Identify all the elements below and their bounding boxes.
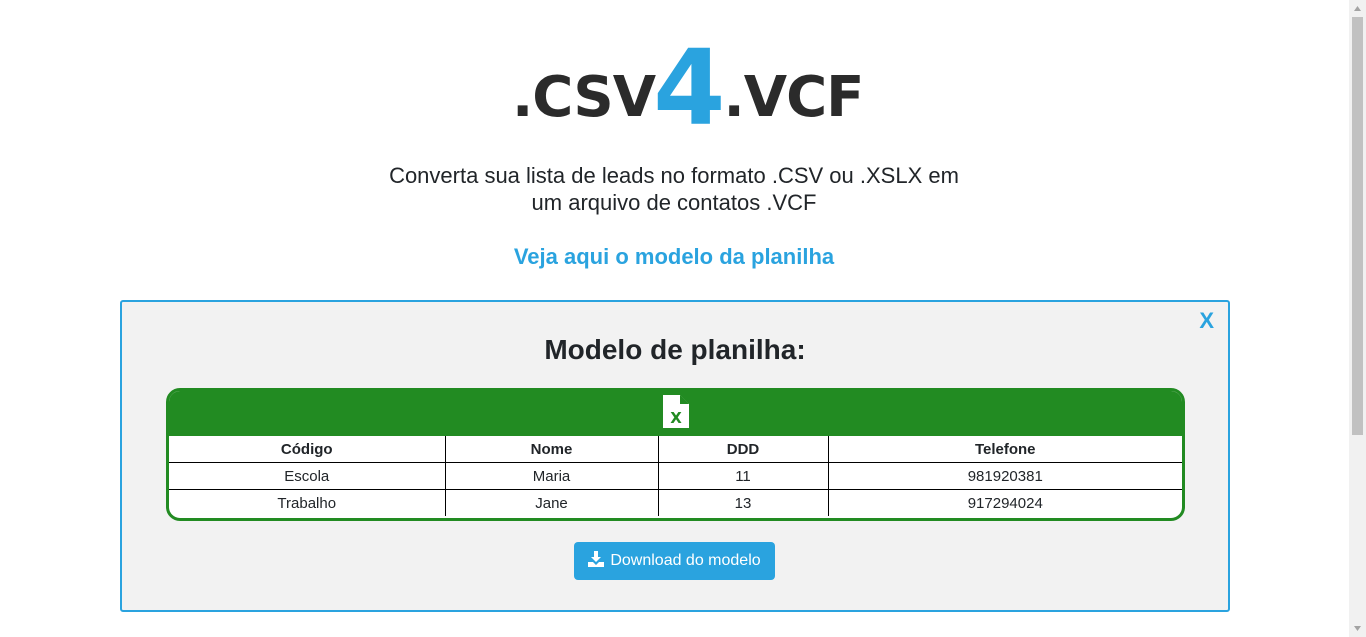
column-header: Nome — [444, 436, 659, 463]
download-button-label: Download do modelo — [610, 552, 761, 569]
table-row: Escola Maria 11 981920381 — [169, 462, 1182, 490]
subtitle-line-1: Converta sua lista de leads no formato .… — [389, 163, 959, 188]
column-header: Código — [169, 436, 446, 463]
table-cell: Jane — [444, 489, 659, 516]
logo-left: .CSV — [512, 65, 656, 130]
subtitle: Converta sua lista de leads no formato .… — [374, 162, 974, 216]
table-cell: 917294024 — [827, 489, 1182, 516]
download-template-button[interactable]: Download do modelo — [574, 542, 775, 580]
svg-text:X: X — [670, 409, 682, 427]
view-template-link[interactable]: Veja aqui o modelo da planilha — [474, 244, 874, 270]
panel-title: Modelo de planilha: — [544, 334, 806, 365]
logo-right: .VCF — [723, 65, 864, 130]
column-header: Telefone — [827, 436, 1182, 463]
vertical-scrollbar[interactable] — [1349, 0, 1366, 637]
logo: .CSV 4 .VCF — [512, 36, 864, 140]
table-cell: 13 — [657, 489, 829, 516]
column-header: DDD — [657, 436, 829, 463]
excel-file-icon: X — [662, 394, 689, 433]
table-cell: 981920381 — [827, 462, 1182, 490]
close-button[interactable]: X — [1199, 308, 1214, 334]
template-table: Código Nome DDD Telefone Escola Maria 11… — [169, 436, 1182, 516]
table-cell: 11 — [657, 462, 829, 490]
subtitle-line-2: um arquivo de contatos .VCF — [531, 190, 817, 215]
spreadsheet-header: X — [169, 391, 1182, 436]
table-cell: Maria — [444, 462, 659, 490]
page: .CSV 4 .VCF Converta sua lista de leads … — [0, 0, 1349, 637]
table-cell: Escola — [169, 462, 446, 490]
table-header-row: Código Nome DDD Telefone — [169, 436, 1182, 463]
scroll-up-arrow-icon[interactable] — [1353, 3, 1362, 15]
logo-number: 4 — [653, 27, 726, 149]
table-cell: Trabalho — [169, 489, 446, 516]
download-icon — [588, 550, 605, 572]
table-row: Trabalho Jane 13 917294024 — [169, 489, 1182, 516]
scroll-down-arrow-icon[interactable] — [1353, 622, 1362, 634]
scrollbar-thumb[interactable] — [1352, 17, 1363, 435]
spreadsheet-preview: X Código Nome DDD Telefone Escola Maria — [166, 388, 1185, 521]
template-panel: X Modelo de planilha: X Código Nome DDD … — [120, 300, 1230, 612]
